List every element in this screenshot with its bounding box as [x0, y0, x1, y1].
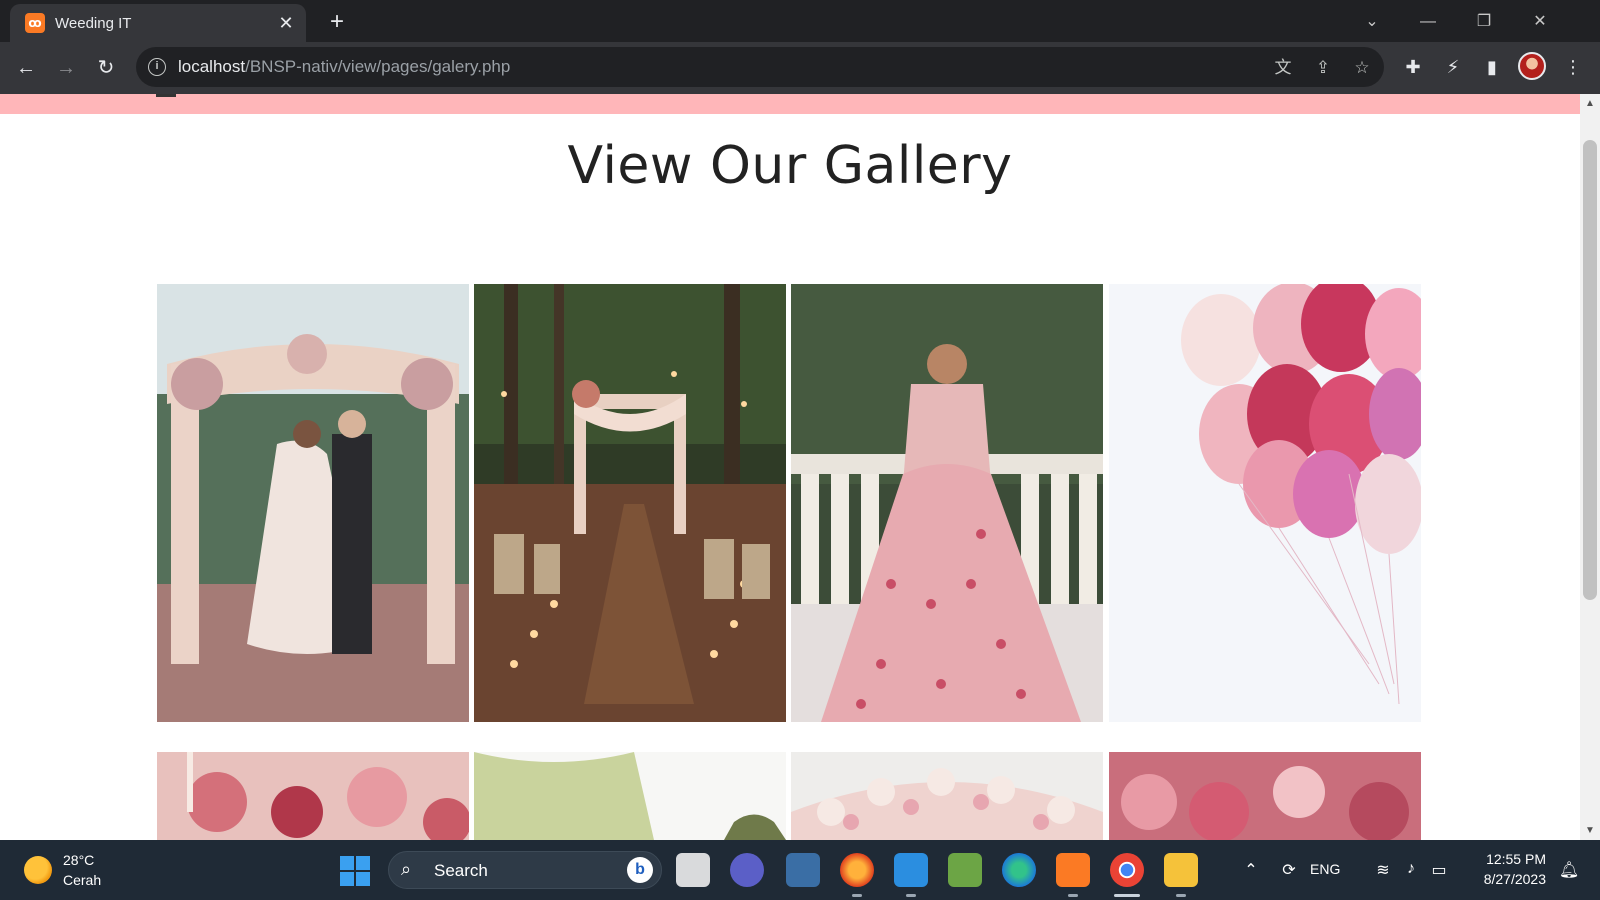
page-viewport: View Our Gallery ▲ ▼ [0, 94, 1600, 840]
gallery-image[interactable] [474, 752, 786, 840]
gallery-image[interactable] [791, 284, 1103, 722]
extensions-icon[interactable]: ✚ [1400, 54, 1426, 80]
teams-chat-icon[interactable] [730, 853, 764, 887]
pink-flower-decor-photo [1109, 752, 1421, 840]
chrome-active-indicator [1114, 894, 1140, 897]
windows-start-icon[interactable] [340, 856, 370, 886]
page-title: View Our Gallery [567, 136, 1013, 196]
willow-tree-photo [474, 752, 786, 840]
wedding-couple-on-pier-photo [157, 284, 469, 722]
url-path: /BNSP-nativ/view/pages/galery.php [245, 57, 511, 76]
performance-icon[interactable]: ⚡ [1440, 54, 1466, 80]
notification-bell-icon[interactable]: 🔔︎ [1558, 860, 1580, 880]
pink-table-flowers-photo [157, 752, 469, 840]
file-explorer-icon[interactable] [1164, 853, 1198, 887]
scroll-thumb[interactable] [1583, 140, 1597, 600]
explorer-running-indicator [1176, 894, 1186, 897]
weather-sun-icon[interactable] [24, 856, 52, 884]
chrome-icon[interactable] [1110, 853, 1144, 887]
weather-description[interactable]: Cerah [63, 872, 101, 888]
firefox-icon[interactable] [840, 853, 874, 887]
navbar-bottom-strip [0, 94, 1580, 114]
taskbar: 28°C Cerah ⌕ Search b ⌃ ⟳ ENG ≋ ♪ ▭ 12:5… [0, 840, 1600, 900]
bride-pink-lehenga-photo [791, 284, 1103, 722]
taskbar-search[interactable]: ⌕ Search b [388, 851, 662, 889]
xampp-icon[interactable] [1056, 853, 1090, 887]
nav-fragment [156, 94, 176, 97]
share-icon[interactable]: ⇪ [1312, 57, 1334, 79]
gallery-image[interactable] [157, 284, 469, 722]
forward-button[interactable]: → [52, 54, 80, 82]
restore-button[interactable]: ❐ [1470, 8, 1498, 36]
volume-icon[interactable]: ♪ [1400, 860, 1422, 878]
chevron-up-icon[interactable]: ⌃ [1240, 860, 1262, 880]
clock-time[interactable]: 12:55 PM [1478, 851, 1546, 867]
minimize-button[interactable]: — [1414, 8, 1442, 36]
gallery-image[interactable] [1109, 284, 1421, 722]
xampp-favicon-icon: ꝏ [25, 13, 45, 33]
xampp-running-indicator [1068, 894, 1078, 897]
new-tab-button[interactable]: + [324, 10, 350, 36]
page-scrollbar[interactable]: ▲ ▼ [1580, 94, 1600, 840]
gallery-image[interactable] [1109, 752, 1421, 840]
notepad-plus-icon[interactable] [948, 853, 982, 887]
forest-wedding-arch-photo [474, 284, 786, 722]
tab-weeding-it[interactable]: ꝏ Weeding IT ✕ [10, 4, 306, 42]
url-host: localhost [178, 57, 246, 76]
edge-icon[interactable] [1002, 853, 1036, 887]
scroll-up-arrow-icon[interactable]: ▲ [1585, 98, 1595, 109]
floral-arch-photo [791, 752, 1103, 840]
pink-balloons-photo [1109, 284, 1421, 722]
window-close-button[interactable]: ✕ [1526, 8, 1554, 36]
profile-avatar[interactable] [1518, 52, 1546, 80]
bookmark-star-icon[interactable]: ☆ [1351, 57, 1373, 79]
close-icon[interactable]: ✕ [276, 13, 296, 33]
tab-search-chevron-down-icon[interactable]: ⌄ [1358, 8, 1386, 36]
search-icon: ⌕ [401, 859, 412, 879]
clock-date[interactable]: 8/27/2023 [1468, 871, 1546, 887]
vscode-running-indicator [906, 894, 916, 897]
scroll-down-arrow-icon[interactable]: ▼ [1585, 825, 1595, 836]
wifi-icon[interactable]: ≋ [1372, 860, 1394, 880]
search-label: Search [434, 861, 488, 880]
gallery-image[interactable] [474, 284, 786, 722]
mysql-workbench-icon[interactable] [786, 853, 820, 887]
gallery-image[interactable] [791, 752, 1103, 840]
gallery-image[interactable] [157, 752, 469, 840]
language-indicator[interactable]: ENG [1310, 861, 1340, 877]
site-info-icon[interactable]: i [148, 58, 166, 76]
translate-icon[interactable]: 文 [1272, 57, 1294, 79]
reload-button[interactable]: ↻ [92, 54, 120, 82]
menu-kebab-icon[interactable]: ⋮ [1560, 54, 1586, 80]
task-view-icon[interactable] [676, 853, 710, 887]
tab-title: Weeding IT [55, 15, 132, 32]
vscode-icon[interactable] [894, 853, 928, 887]
browser-toolbar: ← → ↻ i localhost/BNSP-nativ/view/pages/… [0, 42, 1600, 94]
url-text[interactable]: localhost/BNSP-nativ/view/pages/galery.p… [178, 57, 510, 77]
address-bar[interactable]: i localhost/BNSP-nativ/view/pages/galery… [136, 47, 1384, 87]
sync-icon[interactable]: ⟳ [1278, 860, 1300, 880]
firefox-running-indicator [852, 894, 862, 897]
side-panel-icon[interactable]: ▮ [1479, 54, 1505, 80]
tab-strip: ꝏ Weeding IT ✕ + ⌄ — ❐ ✕ [0, 0, 1600, 42]
back-button[interactable]: ← [12, 54, 40, 82]
battery-icon[interactable]: ▭ [1428, 860, 1450, 880]
bing-icon[interactable]: b [627, 857, 653, 883]
weather-temperature[interactable]: 28°C [63, 852, 94, 868]
